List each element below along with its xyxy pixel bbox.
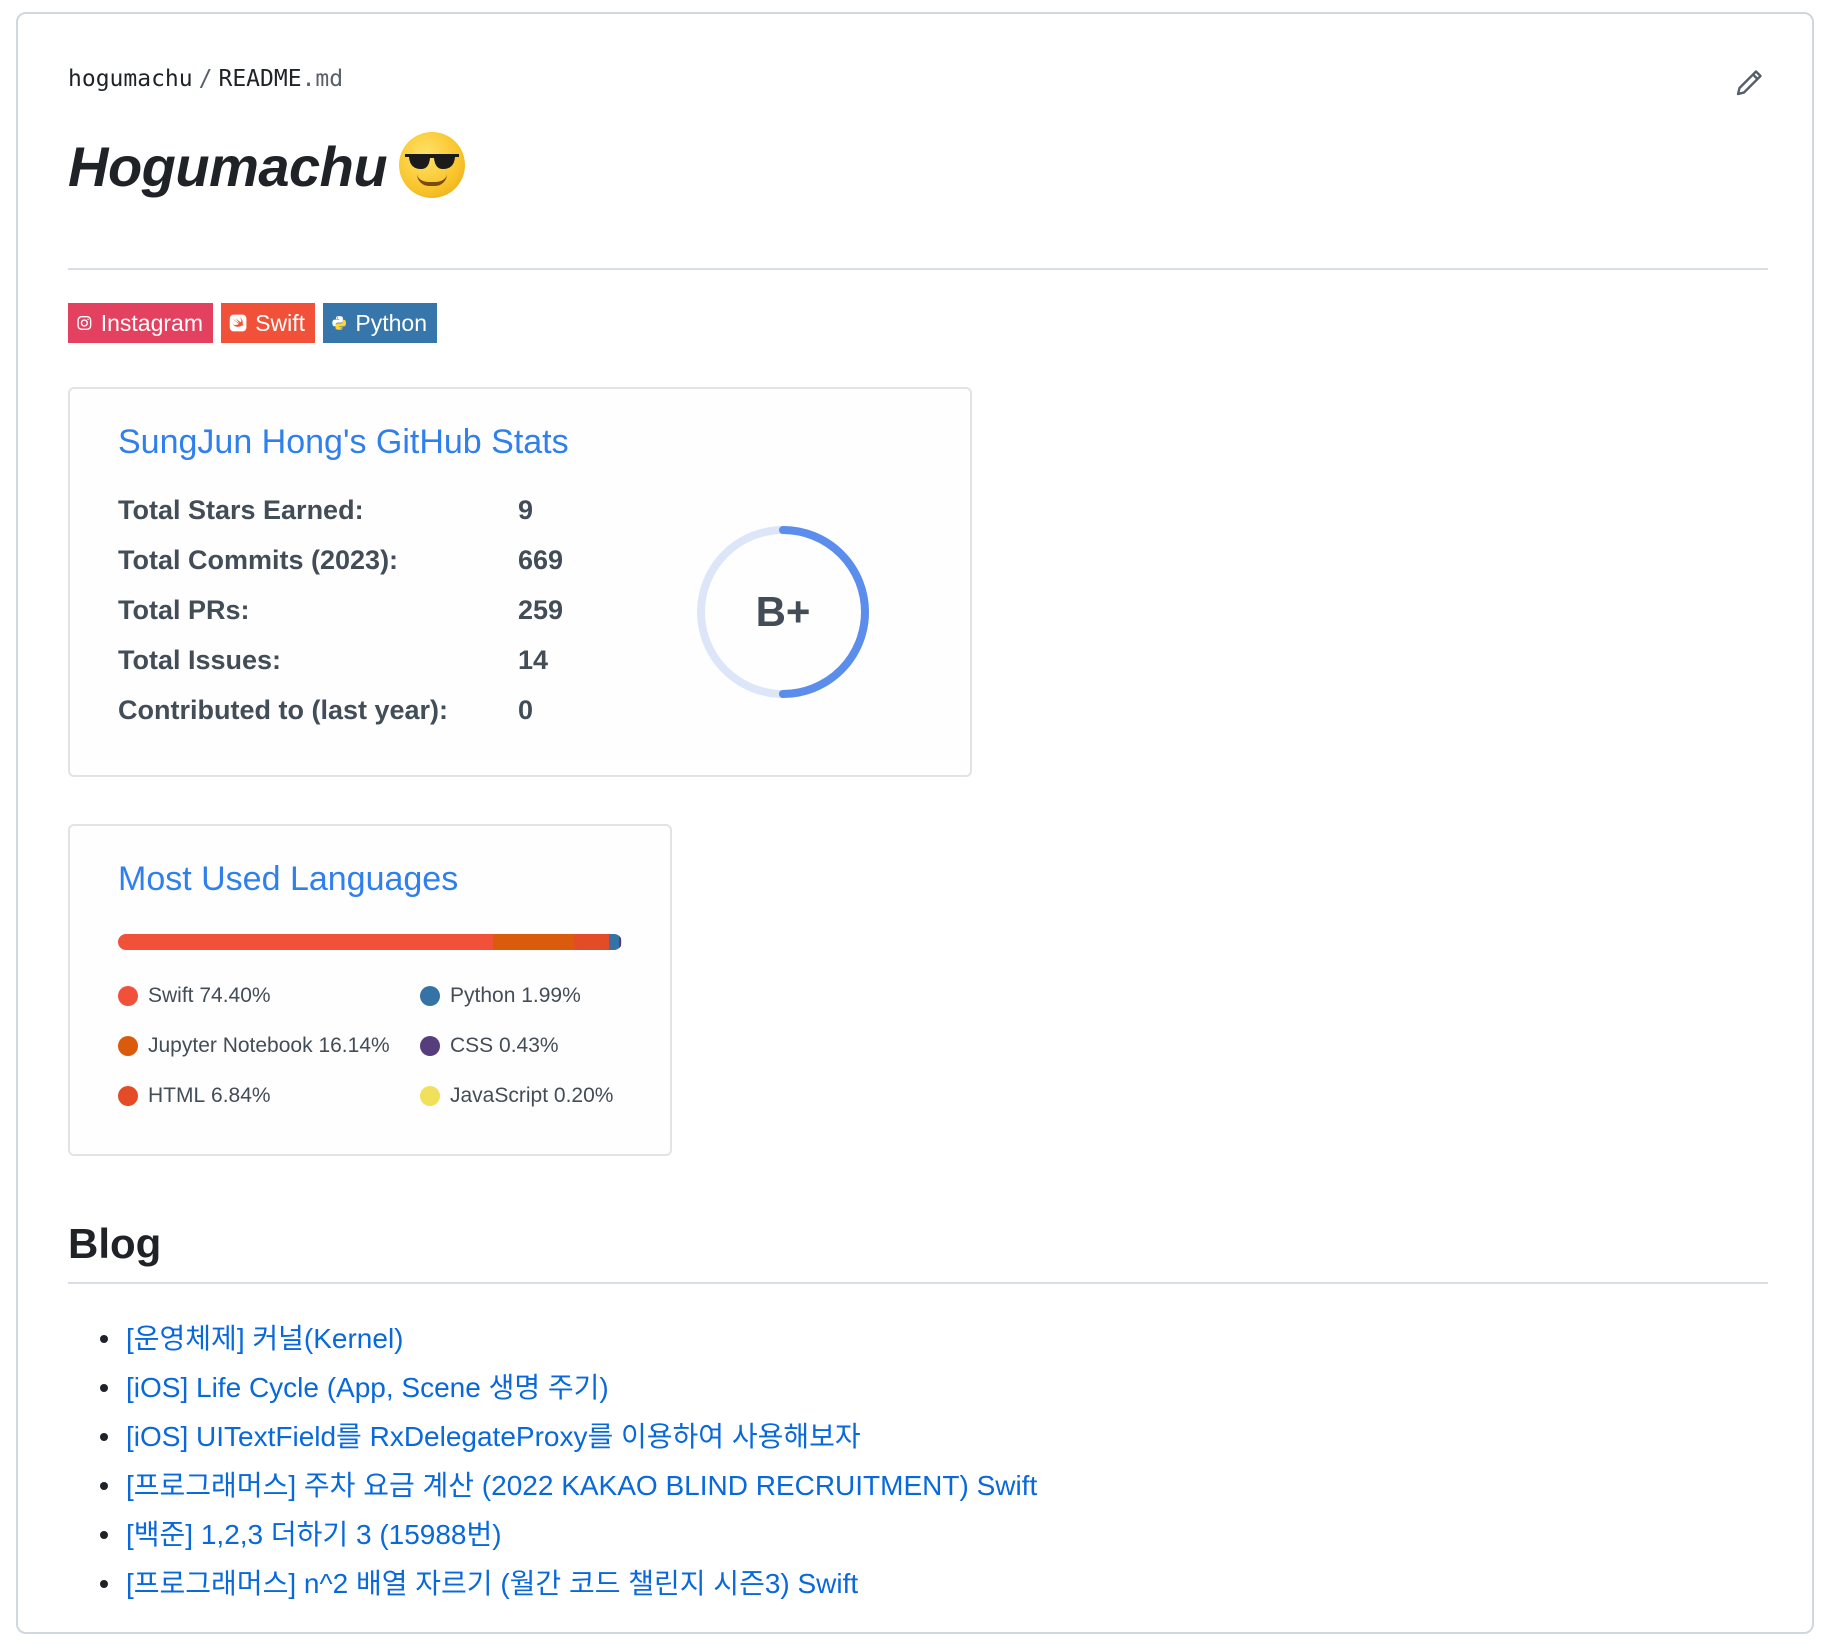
blog-divider bbox=[68, 1282, 1768, 1284]
blog-post-link[interactable]: [iOS] UITextField를 RxDelegateProxy를 이용하여… bbox=[126, 1421, 861, 1452]
list-item: [백준] 1,2,3 더하기 3 (15988번) bbox=[99, 1510, 1037, 1559]
readme-container: hogumachu / README.md Hogumachu Instagra… bbox=[16, 12, 1814, 1634]
blog-post-link[interactable]: [iOS] Life Cycle (App, Scene 생명 주기) bbox=[126, 1372, 609, 1403]
language-item-css: CSS 0.43% bbox=[420, 1034, 559, 1058]
swift-icon bbox=[229, 314, 247, 332]
blog-post-list: [운영체제] 커널(Kernel) [iOS] Life Cycle (App,… bbox=[68, 1314, 1037, 1608]
page-title-text: Hogumachu bbox=[68, 135, 388, 198]
stat-label: Total Commits (2023): bbox=[118, 545, 399, 575]
page-title: Hogumachu bbox=[68, 132, 466, 204]
list-item: [iOS] Life Cycle (App, Scene 생명 주기) bbox=[99, 1363, 1037, 1412]
stat-value: 0 bbox=[518, 695, 534, 725]
stat-label: Contributed to (last year): bbox=[118, 695, 449, 725]
blog-post-link[interactable]: [프로그래머스] n^2 배열 자르기 (월간 코드 챌린지 시즌3) Swif… bbox=[126, 1568, 858, 1599]
blog-post-link[interactable]: [프로그래머스] 주차 요금 계산 (2022 KAKAO BLIND RECR… bbox=[126, 1470, 1037, 1501]
pencil-icon bbox=[1736, 70, 1762, 96]
instagram-icon bbox=[77, 316, 92, 330]
language-item-jupyter: Jupyter Notebook 16.14% bbox=[118, 1034, 390, 1058]
language-dot bbox=[118, 986, 138, 1006]
language-item-python: Python 1.99% bbox=[420, 984, 581, 1008]
edit-file-button[interactable] bbox=[1732, 64, 1768, 100]
rank-grade: B+ bbox=[756, 588, 811, 635]
language-bar-segment bbox=[118, 934, 493, 950]
stat-label: Total Issues: bbox=[118, 645, 282, 675]
language-dot bbox=[420, 986, 440, 1006]
badge-row: Instagram Swift Python bbox=[68, 303, 437, 343]
python-badge-label: Python bbox=[355, 309, 427, 336]
language-name: Python bbox=[450, 984, 516, 1007]
breadcrumb-file-ext: .md bbox=[301, 66, 344, 92]
language-dot bbox=[118, 1036, 138, 1056]
instagram-badge[interactable]: Instagram bbox=[68, 303, 213, 343]
breadcrumb-separator: / bbox=[198, 66, 213, 92]
blog-post-link[interactable]: [백준] 1,2,3 더하기 3 (15988번) bbox=[126, 1519, 502, 1550]
instagram-badge-label: Instagram bbox=[100, 309, 203, 336]
swift-badge-label: Swift bbox=[255, 309, 305, 336]
language-percent: 74.40% bbox=[199, 984, 271, 1007]
language-percent: 0.20% bbox=[553, 1084, 614, 1107]
language-dot bbox=[118, 1086, 138, 1106]
swift-badge[interactable]: Swift bbox=[221, 303, 315, 343]
language-bar-segment bbox=[574, 934, 609, 950]
breadcrumb: hogumachu / README.md bbox=[68, 66, 343, 92]
breadcrumb-user-link[interactable]: hogumachu bbox=[68, 66, 193, 92]
language-bar-segment bbox=[492, 934, 575, 950]
language-percent: 16.14% bbox=[318, 1034, 390, 1057]
language-percent: 1.99% bbox=[521, 984, 581, 1007]
stat-value: 259 bbox=[518, 595, 564, 625]
breadcrumb-file-name: README bbox=[218, 66, 302, 92]
stat-value: 14 bbox=[518, 645, 549, 675]
language-name: Jupyter Notebook bbox=[148, 1034, 313, 1057]
title-divider bbox=[68, 268, 1768, 270]
language-name: Swift bbox=[148, 984, 194, 1007]
rank-ring: B+ bbox=[697, 526, 869, 698]
language-dot bbox=[420, 1036, 440, 1056]
language-name: CSS bbox=[450, 1034, 494, 1057]
stat-label: Total Stars Earned: bbox=[118, 495, 364, 525]
language-bar-segment bbox=[608, 934, 619, 950]
stat-value: 9 bbox=[518, 495, 534, 525]
languages-progress-bar bbox=[118, 934, 622, 950]
blog-heading: Blog bbox=[68, 1220, 162, 1267]
language-percent: 0.43% bbox=[499, 1034, 559, 1057]
stats-card-title: SungJun Hong's GitHub Stats bbox=[118, 423, 569, 461]
smiling-face-with-sunglasses-icon bbox=[399, 132, 466, 199]
blog-post-link[interactable]: [운영체제] 커널(Kernel) bbox=[126, 1323, 404, 1354]
language-name: JavaScript bbox=[450, 1084, 549, 1107]
languages-card[interactable]: Most Used Languages Swift 74.40% Jupyter… bbox=[68, 824, 672, 1156]
stat-label: Total PRs: bbox=[118, 595, 250, 625]
list-item: [iOS] UITextField를 RxDelegateProxy를 이용하여… bbox=[99, 1412, 1037, 1461]
list-item: [프로그래머스] 주차 요금 계산 (2022 KAKAO BLIND RECR… bbox=[99, 1461, 1037, 1510]
stat-value: 669 bbox=[518, 545, 564, 575]
language-name: HTML bbox=[148, 1084, 206, 1107]
python-badge[interactable]: Python bbox=[323, 303, 437, 343]
language-dot bbox=[420, 1086, 440, 1106]
language-item-javascript: JavaScript 0.20% bbox=[420, 1084, 613, 1108]
language-item-html: HTML 6.84% bbox=[118, 1084, 271, 1108]
languages-card-title: Most Used Languages bbox=[118, 860, 459, 898]
list-item: [운영체제] 커널(Kernel) bbox=[99, 1314, 1037, 1363]
language-percent: 6.84% bbox=[211, 1084, 271, 1107]
list-item: [프로그래머스] n^2 배열 자르기 (월간 코드 챌린지 시즌3) Swif… bbox=[99, 1559, 1037, 1608]
python-icon bbox=[332, 316, 347, 330]
language-item-swift: Swift 74.40% bbox=[118, 984, 271, 1008]
github-stats-card[interactable]: SungJun Hong's GitHub Stats Total Stars … bbox=[68, 387, 972, 777]
language-bar-segment bbox=[620, 934, 622, 950]
